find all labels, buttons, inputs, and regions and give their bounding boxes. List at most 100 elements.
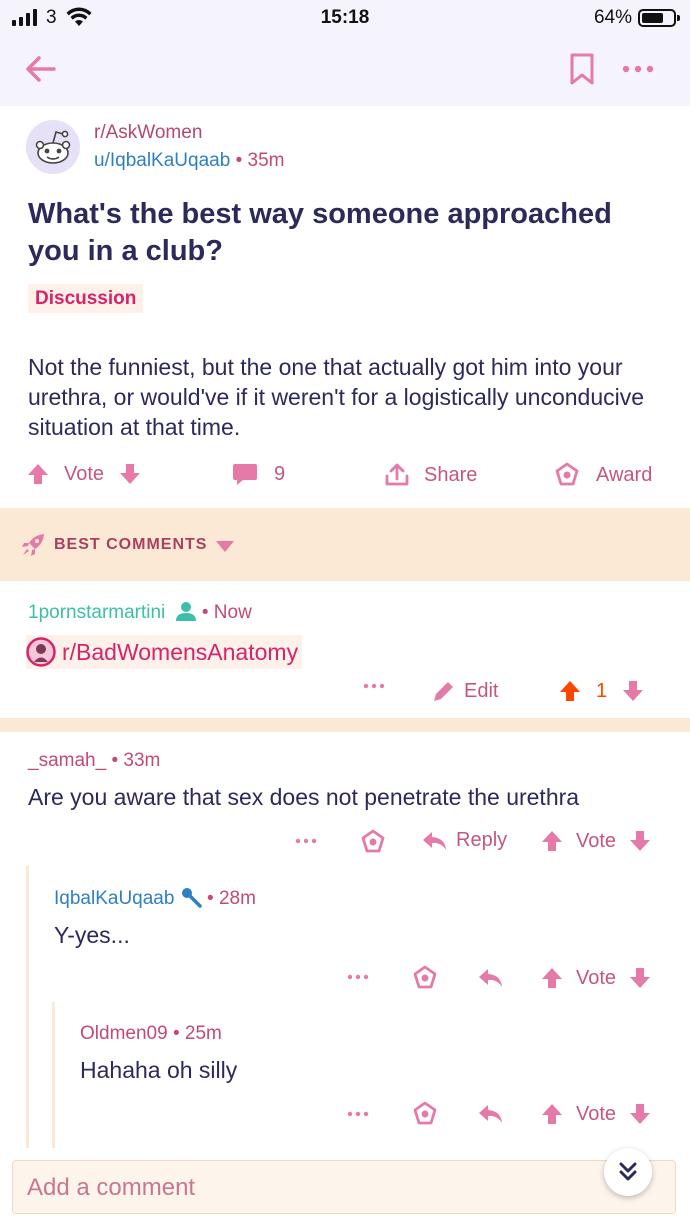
comment-author[interactable]: 1pornstarmartini bbox=[28, 602, 165, 623]
subreddit-mention-avatar-icon bbox=[26, 637, 56, 667]
comment-meta: 1pornstarmartini • Now bbox=[28, 601, 252, 624]
post-vote-label: Vote bbox=[64, 462, 105, 485]
downvote-icon[interactable] bbox=[628, 966, 652, 990]
comment-age: 33m bbox=[123, 750, 161, 771]
comment-composer[interactable] bbox=[12, 1160, 676, 1214]
chevron-down-icon bbox=[216, 541, 234, 552]
user-person-icon bbox=[175, 602, 196, 621]
vote-label: Vote bbox=[576, 829, 617, 852]
comment-meta: _samah_ • 33m bbox=[28, 750, 668, 772]
op-microphone-icon bbox=[181, 888, 202, 908]
post-flair: Discussion bbox=[28, 284, 144, 313]
rocket-icon bbox=[22, 534, 44, 556]
comment-vote-group: 1 bbox=[558, 679, 645, 703]
subreddit-link[interactable]: r/AskWomen bbox=[94, 122, 202, 144]
downvote-icon[interactable] bbox=[621, 679, 645, 703]
post-title: What's the best way someone approached y… bbox=[28, 198, 612, 267]
comment-author[interactable]: Oldmen09 bbox=[80, 1023, 168, 1044]
comment-more-icon[interactable] bbox=[346, 972, 370, 982]
downvote-icon[interactable] bbox=[628, 1102, 652, 1126]
post-author-line: u/IqbalKaUqaab • 35m bbox=[94, 150, 284, 172]
sort-label: BEST COMMENTS bbox=[54, 536, 208, 553]
comment-reply: IqbalKaUqaab • 28m Y-yes... bbox=[54, 886, 654, 949]
post-body: Not the funniest, but the one that actua… bbox=[28, 354, 645, 440]
comment-author[interactable]: IqbalKaUqaab bbox=[54, 888, 174, 909]
award-icon[interactable] bbox=[412, 965, 438, 991]
post-vote-group: Vote bbox=[26, 462, 142, 486]
comment-score: 1 bbox=[596, 679, 608, 702]
comment-author[interactable]: _samah_ bbox=[28, 750, 106, 771]
comment-vote-group: Vote bbox=[540, 966, 652, 990]
separator-dot: • bbox=[207, 888, 214, 909]
comment-age: Now bbox=[213, 602, 252, 623]
edit-button[interactable]: Edit bbox=[432, 679, 498, 703]
comment-meta: IqbalKaUqaab • 28m bbox=[54, 886, 654, 910]
comment-age: 25m bbox=[184, 1023, 222, 1044]
comment-count: 9 bbox=[274, 462, 286, 485]
share-button[interactable]: Share bbox=[384, 462, 477, 488]
post-action-bar: Vote 9 Share Award bbox=[0, 456, 690, 496]
comment-bubble-icon bbox=[233, 464, 257, 485]
comment-vote-group: Vote bbox=[540, 1102, 652, 1126]
comment: _samah_ • 33m Are you aware that sex doe… bbox=[28, 750, 668, 811]
thread-line bbox=[52, 1002, 55, 1148]
double-chevron-down-icon bbox=[619, 1162, 637, 1181]
comment-own: 1pornstarmartini • Now r/BadWomensAnatom… bbox=[0, 581, 690, 718]
comment-text: Are you aware that sex does not penetrat… bbox=[28, 784, 580, 810]
bookmark-icon[interactable] bbox=[568, 52, 596, 86]
upvote-icon[interactable] bbox=[540, 966, 564, 990]
separator-dot: • bbox=[235, 150, 243, 171]
separator-dot: • bbox=[201, 602, 209, 623]
comment-more-icon[interactable] bbox=[294, 836, 318, 846]
reply-arrow-icon[interactable] bbox=[478, 1103, 504, 1125]
comment-vote-group: Vote bbox=[540, 829, 652, 853]
comment-more-icon[interactable] bbox=[362, 681, 386, 691]
award-icon[interactable] bbox=[360, 829, 386, 855]
clock: 15:18 bbox=[320, 7, 370, 28]
award-button[interactable]: Award bbox=[554, 462, 652, 488]
upvote-icon[interactable] bbox=[26, 462, 50, 486]
comments-button[interactable]: 9 bbox=[232, 462, 285, 486]
upvote-icon[interactable] bbox=[540, 1102, 564, 1126]
reply-label: Reply bbox=[456, 829, 508, 851]
post-age: 35m bbox=[247, 150, 285, 171]
thread-line bbox=[26, 866, 29, 1148]
section-divider bbox=[0, 718, 690, 732]
subreddit-mention-text: r/BadWomensAnatomy bbox=[62, 638, 299, 665]
comment-sort-bar[interactable]: BEST COMMENTS bbox=[0, 508, 690, 581]
next-comment-button[interactable] bbox=[604, 1148, 652, 1196]
vote-label: Vote bbox=[576, 1102, 617, 1125]
comment-reply: Oldmen09 • 25m Hahaha oh silly bbox=[80, 1023, 660, 1084]
reply-arrow-icon[interactable] bbox=[478, 967, 504, 989]
subreddit-mention-link[interactable]: r/BadWomensAnatomy bbox=[26, 635, 303, 669]
reddit-alien-icon bbox=[26, 120, 80, 174]
battery-icon bbox=[638, 9, 680, 27]
share-label: Share bbox=[424, 463, 478, 486]
upvote-icon[interactable] bbox=[540, 829, 564, 853]
comment-meta: Oldmen09 • 25m bbox=[80, 1023, 660, 1045]
upvote-active-icon[interactable] bbox=[558, 679, 582, 703]
downvote-icon[interactable] bbox=[628, 829, 652, 853]
award-icon[interactable] bbox=[412, 1101, 438, 1127]
back-arrow-icon[interactable] bbox=[24, 52, 58, 86]
subreddit-avatar[interactable] bbox=[26, 120, 80, 174]
reply-arrow-icon bbox=[423, 831, 446, 850]
comment-more-icon[interactable] bbox=[346, 1109, 370, 1119]
award-label: Award bbox=[596, 463, 653, 486]
more-options-icon[interactable] bbox=[618, 56, 658, 82]
edit-label: Edit bbox=[464, 679, 499, 702]
top-nav-bar bbox=[0, 36, 690, 106]
comment-text: Y-yes... bbox=[54, 922, 130, 948]
post-author-link[interactable]: u/IqbalKaUqaab bbox=[94, 150, 230, 171]
separator-dot: • bbox=[172, 1023, 180, 1044]
separator-dot: • bbox=[111, 750, 119, 771]
comment-text: Hahaha oh silly bbox=[80, 1057, 238, 1083]
battery-percent: 64% bbox=[593, 7, 632, 28]
downvote-icon[interactable] bbox=[118, 462, 142, 486]
award-icon bbox=[555, 462, 579, 486]
reply-button[interactable]: Reply bbox=[422, 829, 507, 852]
status-bar: 3 15:18 64% bbox=[0, 0, 690, 36]
add-comment-input[interactable] bbox=[27, 1171, 587, 1205]
vote-label: Vote bbox=[576, 966, 617, 989]
share-icon bbox=[385, 463, 409, 486]
